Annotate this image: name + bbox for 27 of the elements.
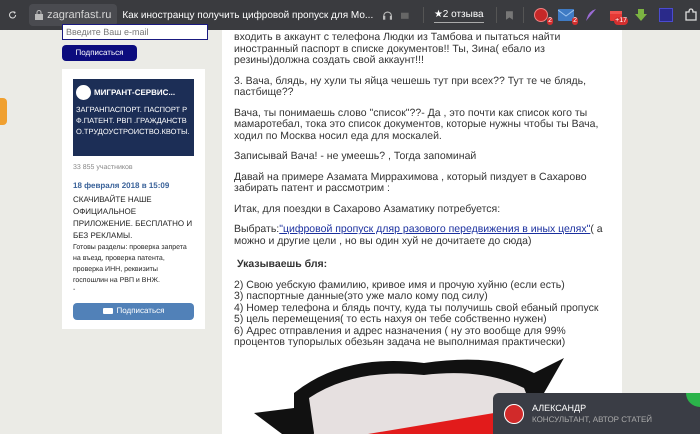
post-title: СКАЧИВАЙТЕ НАШЕ ОФИЦИАЛЬНОЕ ПРИЛОЖЕНИЕ. БЕСПЛАТНО И БЕЗ РЕКЛАМЫ. [73,194,194,242]
paragraph: Вача, ты понимаешь слово "список"??- Да , это почти как список кого ты мамаротебал, тока это список документов, которые нужны чтобы ты Вача, ходил по Москва носил еда для москалей. [234,108,600,142]
chat-widget[interactable]: АЛЕКСАНДР КОНСУЛЬТАНТ, АВТОР СТАТЕЙ [493,393,700,434]
paragraph: 3. Вача, блядь, ну хули ты яйца чешешь тут при всех?? Тут те че блядь, пастбище?? [234,76,588,98]
list-item: 3) паспортные данные(это уже мало кому под силу) [234,291,488,302]
page-title: Как иностранцу получить цифровой пропуск для Мо... [122,8,374,22]
post-date: 18 февраля 2018 в 15:09 [73,180,170,192]
paragraph: Итак, для поездки в Сахарово Азаматику потребуется: [234,204,502,215]
url-text: zagranfast.ru [47,8,112,23]
list-item: 4) Номер телефона и блядь почту, куда ты получишь свой ебаный пропуск [234,302,600,314]
paragraph: Записывай Вача! - не умеешь? , Тогда запоминай [234,151,478,162]
paragraph: Выбрать:"цифровой пропуск дляр разового передвижения в иных целях"( а можно и другие цели , но вы один хуй не дочитаете до сюда) [234,224,604,247]
group-name: МИГРАНТ-СЕРВИС... [94,86,176,98]
email-input[interactable]: Введите Ваш e-mail [62,24,208,40]
consultant-role: КОНСУЛЬТАНТ, АВТОР СТАТЕЙ [532,414,652,424]
vk-subscribe-button[interactable]: Подписаться [73,302,194,320]
list-item: 6) Адрес отправления и адрес назначения ( ну это вообще для 99% процентов тупорылых обезьян задача не выполнимая практически) [234,326,567,348]
section-heading: Указываешь бля: [236,257,328,270]
list-item: 5) цель перемещения( то есть нахуя он тебе собственно нужен) [234,314,548,326]
paragraph: Давай на примере Азамата Миррахимова , который пиздует в Сахарово забирать патент и рассмотрим : [234,172,588,194]
subscribe-button[interactable]: Подписаться [62,45,137,61]
consultant-name: АЛЕКСАНДР [532,402,588,414]
address-bar[interactable]: zagranfast.ru [29,4,118,26]
list-item: 2) Свою уебскую фамилию, кривое имя и прочую хуйню (если есть) [234,280,566,290]
reviews-link[interactable]: ★2 отзыва [434,8,484,22]
link[interactable]: "цифровой пропуск дляр разового передвижения в иных целях" [279,223,590,235]
paragraph: входить в аккаунт с телефона Людки из Тамбова и пытаться найти иностранный паспорт в списке документов!! Ты, Зина( ебало из резины)должна создать свой аккаунт!!! [234,32,562,66]
